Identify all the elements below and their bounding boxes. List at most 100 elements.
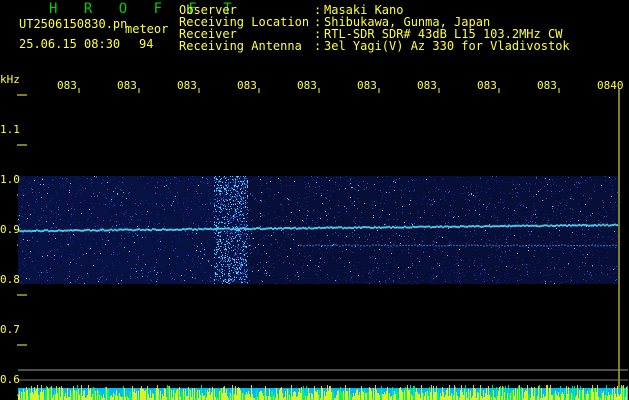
noise-pixel bbox=[549, 179, 550, 180]
meteor-pixel bbox=[220, 188, 221, 189]
meteor-pixel bbox=[235, 212, 236, 213]
baseline-spike bbox=[470, 390, 471, 400]
meteor-pixel bbox=[223, 228, 224, 229]
noise-pixel bbox=[218, 241, 219, 242]
baseline-spike bbox=[226, 389, 227, 400]
baseline-spike bbox=[531, 387, 532, 400]
noise-pixel bbox=[265, 270, 266, 271]
noise-pixel bbox=[261, 192, 262, 193]
meteor-pixel bbox=[220, 193, 221, 194]
noise-pixel bbox=[597, 225, 598, 226]
noise-pixel bbox=[53, 234, 54, 235]
noise-pixel bbox=[309, 191, 310, 192]
meteor-pixel bbox=[214, 217, 215, 218]
baseline-spike bbox=[624, 388, 625, 400]
noise-pixel bbox=[196, 250, 197, 251]
noise-pixel bbox=[71, 195, 72, 196]
meteor-pixel bbox=[227, 231, 228, 232]
noise-pixel bbox=[434, 235, 435, 236]
meteor-pixel bbox=[237, 206, 238, 207]
noise-pixel bbox=[474, 230, 475, 231]
noise-pixel bbox=[229, 264, 230, 265]
carrier-line-pixel bbox=[100, 228, 102, 231]
noise-pixel bbox=[398, 267, 399, 268]
noise-pixel bbox=[79, 275, 80, 276]
carrier-line-pixel bbox=[52, 230, 54, 233]
noise-pixel bbox=[611, 239, 612, 240]
noise-pixel bbox=[257, 264, 258, 265]
meteor-pixel bbox=[237, 273, 238, 274]
noise-pixel bbox=[486, 207, 487, 208]
carrier-line-pixel bbox=[582, 223, 584, 226]
noise-pixel bbox=[448, 231, 449, 232]
noise-pixel bbox=[327, 235, 328, 236]
noise-pixel bbox=[162, 205, 163, 206]
noise-pixel bbox=[137, 219, 138, 220]
noise-pixel bbox=[262, 192, 263, 193]
noise-pixel bbox=[230, 273, 231, 274]
noise-pixel bbox=[260, 188, 261, 189]
meteor-pixel bbox=[222, 210, 223, 211]
meteor-pixel bbox=[216, 273, 217, 274]
noise-pixel bbox=[552, 242, 553, 243]
noise-pixel bbox=[130, 276, 131, 277]
baseline-spike bbox=[354, 396, 355, 400]
noise-pixel bbox=[280, 204, 281, 205]
meteor-pixel bbox=[223, 208, 224, 209]
carrier-line-pixel bbox=[272, 228, 274, 231]
noise-pixel bbox=[432, 204, 433, 205]
noise-pixel bbox=[115, 188, 116, 189]
baseline-spike bbox=[364, 389, 365, 400]
noise-pixel bbox=[250, 230, 251, 231]
y-axis-label-1-1: 1.1 bbox=[0, 123, 20, 136]
noise-pixel bbox=[77, 258, 78, 259]
noise-pixel bbox=[238, 198, 239, 199]
noise-pixel bbox=[28, 245, 29, 246]
meteor-pixel bbox=[242, 181, 243, 182]
meteor-pixel bbox=[238, 193, 239, 194]
noise-pixel bbox=[371, 200, 372, 201]
meteor-pixel bbox=[231, 241, 232, 242]
secondary-signal-pixel bbox=[558, 244, 560, 246]
meteor-pixel bbox=[240, 210, 241, 211]
noise-pixel bbox=[319, 186, 320, 187]
noise-pixel bbox=[515, 208, 516, 209]
noise-pixel bbox=[49, 280, 50, 281]
noise-pixel bbox=[213, 177, 214, 178]
noise-pixel bbox=[117, 276, 118, 277]
meteor-pixel bbox=[239, 267, 240, 268]
noise-pixel bbox=[486, 192, 487, 193]
baseline-spike bbox=[64, 396, 65, 400]
noise-pixel bbox=[399, 278, 400, 279]
meteor-pixel bbox=[226, 191, 227, 192]
noise-pixel bbox=[208, 191, 209, 192]
meteor-pixel bbox=[218, 244, 219, 245]
baseline-spike bbox=[456, 392, 457, 400]
noise-pixel bbox=[73, 240, 74, 241]
noise-pixel bbox=[363, 181, 364, 182]
noise-pixel bbox=[260, 268, 261, 269]
noise-pixel bbox=[274, 267, 275, 268]
baseline-spike bbox=[391, 396, 392, 400]
carrier-line-pixel bbox=[532, 224, 534, 227]
meteor-pixel bbox=[241, 221, 242, 222]
noise-pixel bbox=[536, 194, 537, 195]
noise-pixel bbox=[102, 276, 103, 277]
baseline-spike bbox=[293, 392, 294, 400]
noise-pixel bbox=[327, 190, 328, 191]
noise-pixel bbox=[323, 189, 324, 190]
noise-pixel bbox=[91, 213, 92, 214]
noise-pixel bbox=[266, 262, 267, 263]
meteor-pixel bbox=[228, 266, 229, 267]
meteor-pixel bbox=[240, 258, 241, 259]
noise-pixel bbox=[444, 230, 445, 231]
baseline-spike bbox=[500, 386, 501, 400]
meteor-pixel bbox=[232, 196, 233, 197]
baseline-spike bbox=[176, 390, 177, 400]
baseline-spike bbox=[416, 388, 417, 400]
meteor-pixel bbox=[217, 235, 218, 236]
noise-pixel bbox=[520, 275, 521, 276]
meteor-pixel bbox=[226, 199, 227, 200]
noise-pixel bbox=[157, 224, 158, 225]
carrier-line-pixel bbox=[58, 229, 60, 232]
